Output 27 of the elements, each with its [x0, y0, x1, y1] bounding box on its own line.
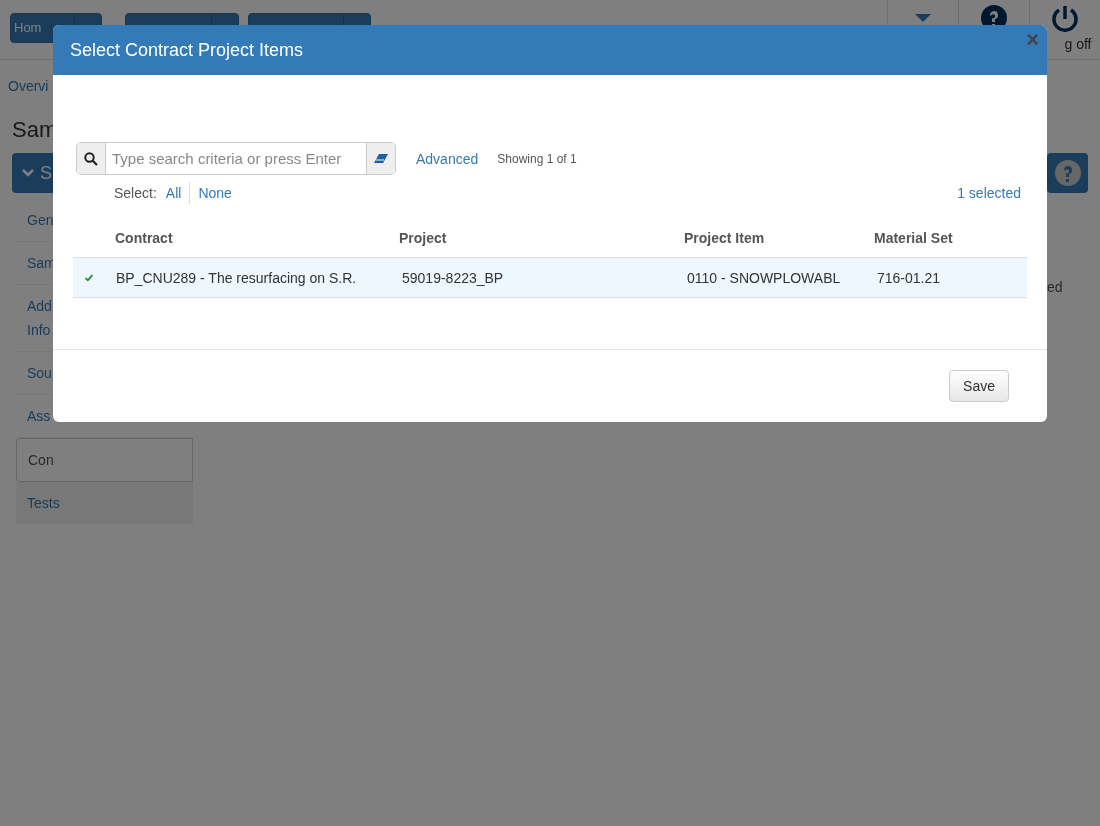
- advanced-link[interactable]: Advanced: [416, 150, 479, 167]
- column-header: Material Set: [874, 230, 953, 246]
- dialog-title: Select Contract Project Items: [70, 39, 304, 61]
- sidebar-item[interactable]: Con: [16, 438, 193, 482]
- search-icon: [84, 151, 98, 166]
- table-cell: BP_CNU289 - The resurfacing on S.R.: [116, 270, 357, 286]
- column-header: Contract: [115, 230, 173, 246]
- side-text: ed: [1047, 279, 1063, 295]
- chevron-down-icon: [22, 168, 34, 178]
- save-button[interactable]: Save: [949, 370, 1009, 402]
- result-count: Showing 1 of 1: [497, 151, 577, 166]
- check-icon[interactable]: [85, 272, 93, 284]
- clear-button[interactable]: [366, 143, 395, 174]
- sidebar-item[interactable]: Tests: [16, 482, 193, 524]
- table-cell: 59019-8223_BP: [402, 270, 504, 286]
- table-cell: 716-01.21: [877, 270, 941, 286]
- search-bar[interactable]: Type search criteria or press Enter: [76, 142, 396, 175]
- breadcrumb-link[interactable]: Overvi: [8, 78, 49, 94]
- column-header: Project Item: [684, 230, 765, 246]
- column-header: Project: [399, 230, 447, 246]
- select-label: Select:: [114, 185, 157, 201]
- select-none-link[interactable]: None: [198, 185, 232, 201]
- table-cell: 0110 - SNOWPLOWABL: [687, 270, 841, 286]
- power-icon[interactable]: [1050, 4, 1080, 34]
- eraser-icon: [373, 152, 389, 165]
- selected-count-link[interactable]: 1 selected: [957, 185, 1021, 201]
- select-all-link[interactable]: All: [165, 185, 182, 201]
